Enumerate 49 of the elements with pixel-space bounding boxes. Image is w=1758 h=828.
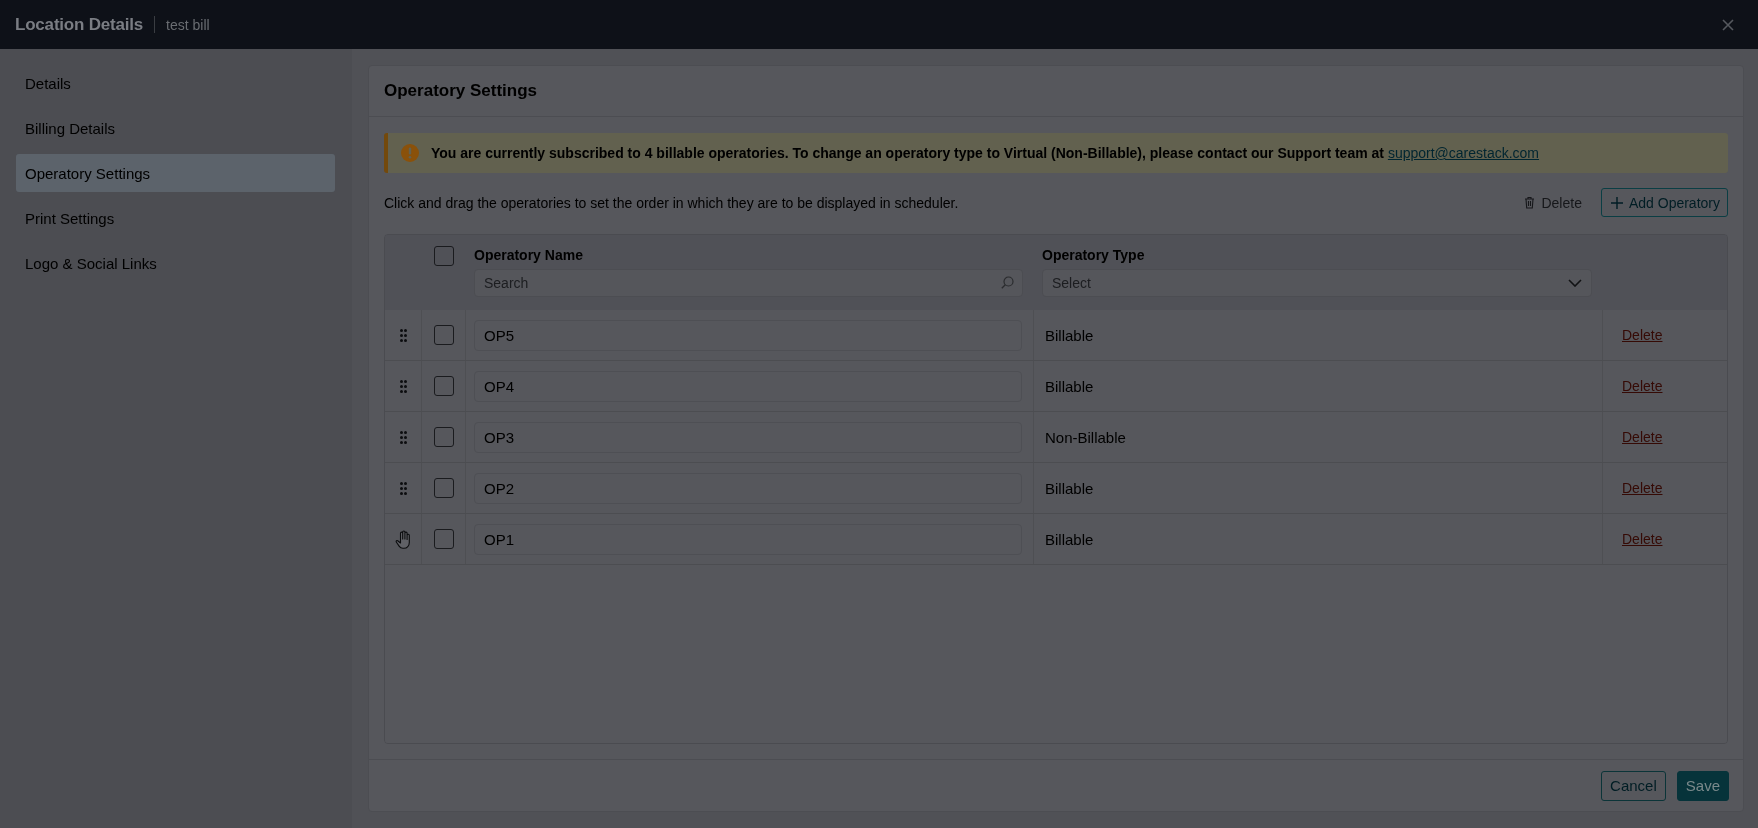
table-cell-text: Non-Billable	[1044, 428, 1126, 446]
window-title: Location Details	[15, 14, 144, 35]
row-checkbox[interactable]	[433, 427, 454, 447]
cancel-button[interactable]: Cancel	[1601, 770, 1666, 801]
search-icon	[1001, 276, 1014, 289]
window-subtitle: test bill	[166, 16, 210, 33]
instructions-text: Click and drag the operatories to set the order in which they are to be displayed in scheduler.	[384, 194, 960, 211]
select-field[interactable]: Select	[1042, 269, 1592, 297]
table-cell-text: Billable	[1044, 377, 1094, 395]
delete-link[interactable]: Delete	[1622, 327, 1663, 343]
add-operatory-button[interactable]: Add Operatory	[1600, 188, 1728, 217]
name-field[interactable]: OP2	[474, 472, 1022, 504]
name-field[interactable]: OP5	[474, 319, 1022, 351]
table-cell-text: Billable	[1044, 530, 1094, 548]
name-field[interactable]: OP4	[474, 370, 1022, 402]
column-header: Operatory Type	[1042, 246, 1146, 264]
trash-icon	[1524, 196, 1536, 209]
name-field[interactable]: OP3	[474, 421, 1022, 453]
sidebar-item[interactable]: Print Settings	[16, 199, 335, 237]
sidebar-item[interactable]: Operatory Settings	[16, 154, 335, 192]
plus-icon	[1610, 196, 1623, 209]
delete-link[interactable]: Delete	[1622, 531, 1663, 547]
sidebar-item[interactable]: Logo & Social Links	[16, 244, 335, 282]
delete-link[interactable]: Delete	[1622, 378, 1663, 394]
row-checkbox[interactable]	[433, 529, 454, 549]
drag-handle-icon[interactable]	[399, 430, 407, 444]
column-header: Operatory Name	[474, 246, 584, 264]
row-checkbox[interactable]	[433, 376, 454, 396]
table-cell-text: Billable	[1044, 326, 1094, 344]
delete-link[interactable]: Delete	[1622, 480, 1663, 496]
drag-handle-icon[interactable]	[399, 481, 407, 495]
search-field[interactable]: Search	[474, 269, 1023, 297]
email-link[interactable]: support@carestack.com	[1387, 145, 1540, 161]
sidebar-item[interactable]: Details	[16, 64, 335, 102]
select-all-checkbox[interactable]	[434, 246, 454, 266]
save-button[interactable]: Save	[1676, 770, 1729, 801]
alert-message: You are currently subscribed to 4 billable operatories. To change an operatory type to Virtual (Non-Billable), please contact our Support team at support@carestack.com	[431, 145, 1540, 161]
sidebar-item[interactable]: Billing Details	[16, 109, 335, 147]
delete-link[interactable]: Delete	[1622, 429, 1663, 445]
warning-icon	[401, 144, 419, 162]
name-field[interactable]: OP1	[474, 523, 1022, 555]
drag-handle-icon[interactable]	[399, 328, 407, 342]
close-icon	[1722, 18, 1734, 31]
chevron-down-icon	[1568, 279, 1582, 287]
row-checkbox[interactable]	[433, 325, 454, 345]
panel-title: Operatory Settings	[384, 81, 538, 101]
row-checkbox[interactable]	[433, 478, 454, 498]
drag-handle-icon[interactable]	[399, 379, 407, 393]
table-cell-text: Billable	[1044, 479, 1094, 497]
